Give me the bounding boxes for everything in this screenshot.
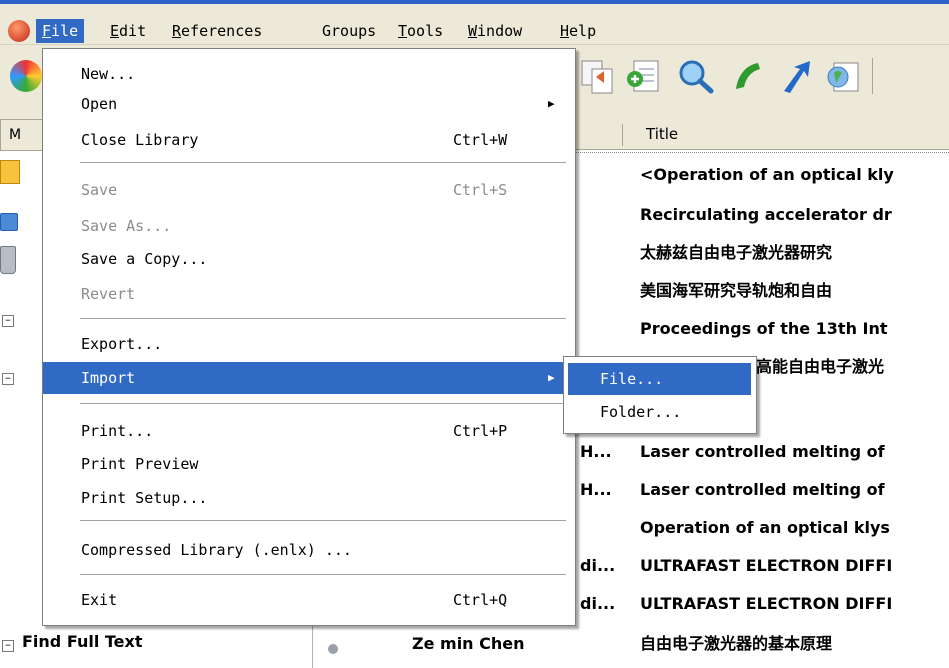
library-icon[interactable] <box>10 60 42 92</box>
app-icon[interactable] <box>8 20 30 42</box>
menu-separator <box>80 574 566 576</box>
menu-groups[interactable]: Groups <box>316 19 382 43</box>
menu-tools[interactable]: Tools <box>392 19 449 43</box>
list-item-title[interactable]: <Operation of an optical kly <box>640 157 949 193</box>
list-item-title[interactable]: Operation of an optical klys <box>640 510 949 546</box>
menu-item-print-setup[interactable]: Print Setup... <box>43 482 573 514</box>
menu-item-label: Open <box>81 95 118 113</box>
menu-item-shortcut: Ctrl+S <box>453 181 508 199</box>
list-item-title[interactable]: 高能自由电子激光 <box>756 349 949 385</box>
collapse-toggle-icon[interactable]: − <box>2 373 14 385</box>
trash-icon[interactable] <box>0 246 16 274</box>
menu-item-print-preview[interactable]: Print Preview <box>43 448 573 480</box>
menu-item-new[interactable]: New... <box>43 58 573 90</box>
menu-item-revert: Revert <box>43 278 573 310</box>
menu-item-label: Revert <box>81 285 136 303</box>
list-item-author[interactable]: di... <box>580 586 615 622</box>
online-search-icon[interactable] <box>824 57 864 95</box>
menu-item-open[interactable]: Open ▶ <box>43 88 573 120</box>
menu-item-label: Compressed Library (.enlx) ... <box>81 541 352 559</box>
read-status-icon <box>328 644 338 654</box>
list-item-title[interactable]: ULTRAFAST ELECTRON DIFFI <box>640 586 949 622</box>
menu-item-exit[interactable]: Exit Ctrl+Q <box>43 584 573 616</box>
search-icon[interactable] <box>676 57 716 95</box>
submenu-item-label: File... <box>600 370 664 388</box>
find-references-icon[interactable] <box>728 57 768 95</box>
menu-item-shortcut: Ctrl+Q <box>453 591 508 609</box>
menu-file[interactable]: File <box>36 19 85 43</box>
list-item-title[interactable]: Recirculating accelerator dr <box>640 197 949 233</box>
go-up-icon[interactable] <box>776 57 816 95</box>
menu-item-label: Export... <box>81 335 163 353</box>
menu-item-compressed-library[interactable]: Compressed Library (.enlx) ... <box>43 534 573 566</box>
list-item-title[interactable]: 自由电子激光器的基本原理 <box>640 626 949 662</box>
submenu-arrow-icon: ▶ <box>548 97 555 110</box>
list-item-title[interactable]: ULTRAFAST ELECTRON DIFFI <box>640 548 949 584</box>
column-divider[interactable] <box>622 124 623 146</box>
all-references-icon[interactable] <box>0 160 20 184</box>
submenu-arrow-icon: ▶ <box>548 371 555 384</box>
menu-item-save-copy[interactable]: Save a Copy... <box>43 243 573 275</box>
copy-references-icon[interactable] <box>578 57 616 95</box>
menu-item-label: New... <box>81 65 136 83</box>
list-item-author[interactable]: H... <box>580 434 612 470</box>
menu-item-label: Exit <box>81 591 118 609</box>
list-item-title[interactable]: 太赫兹自由电子激光器研究 <box>640 235 949 271</box>
list-item-title[interactable]: Laser controlled melting of <box>640 434 949 470</box>
list-item-title[interactable]: Laser controlled melting of <box>640 472 949 508</box>
menu-item-label: Print Setup... <box>81 489 208 507</box>
find-full-text-label[interactable]: Find Full Text <box>22 632 143 651</box>
menu-item-close-library[interactable]: Close Library Ctrl+W <box>43 124 573 156</box>
menu-item-save-as: Save As... <box>43 210 573 242</box>
menu-help[interactable]: Help <box>554 19 602 43</box>
menu-item-label: Print... <box>81 422 154 440</box>
menu-separator <box>80 520 566 522</box>
list-item-title[interactable]: Proceedings of the 13th Int <box>640 311 949 347</box>
menu-item-shortcut: Ctrl+P <box>453 422 508 440</box>
menu-item-save: Save Ctrl+S <box>43 174 573 206</box>
menu-item-label: Save As... <box>81 217 172 235</box>
list-item-author[interactable]: Ze min Chen <box>412 626 525 662</box>
unfiled-icon[interactable] <box>0 213 18 231</box>
submenu-item-file[interactable]: File... <box>568 363 751 395</box>
menu-item-label: Close Library <box>81 131 199 149</box>
menu-item-label: Save <box>81 181 118 199</box>
submenu-item-folder[interactable]: Folder... <box>568 396 751 428</box>
menu-item-shortcut: Ctrl+W <box>453 131 508 149</box>
menu-item-label: Save a Copy... <box>81 250 208 268</box>
collapse-toggle-icon[interactable]: − <box>2 640 14 652</box>
submenu-item-label: Folder... <box>600 403 682 421</box>
menu-window[interactable]: Window <box>462 19 528 43</box>
list-item-author[interactable]: H... <box>580 472 612 508</box>
menu-separator <box>80 318 566 320</box>
list-item-title[interactable]: 美国海军研究导轨炮和自由 <box>640 273 949 309</box>
menu-item-export[interactable]: Export... <box>43 328 573 360</box>
menu-item-label: Import <box>81 369 136 387</box>
column-header-title[interactable]: Title <box>646 119 678 149</box>
toolbar-separator <box>872 58 873 94</box>
menu-item-label: Print Preview <box>81 455 199 473</box>
menu-separator <box>80 162 566 164</box>
menu-references[interactable]: References <box>166 19 268 43</box>
menu-item-import[interactable]: Import ▶ <box>43 362 573 394</box>
list-item-author[interactable]: di... <box>580 548 615 584</box>
new-reference-icon[interactable] <box>624 57 664 95</box>
menu-item-print[interactable]: Print... Ctrl+P <box>43 415 573 447</box>
menu-edit[interactable]: Edit <box>104 19 152 43</box>
collapse-toggle-icon[interactable]: − <box>2 315 14 327</box>
title-bar-edge <box>0 0 949 4</box>
menu-separator <box>80 403 566 405</box>
